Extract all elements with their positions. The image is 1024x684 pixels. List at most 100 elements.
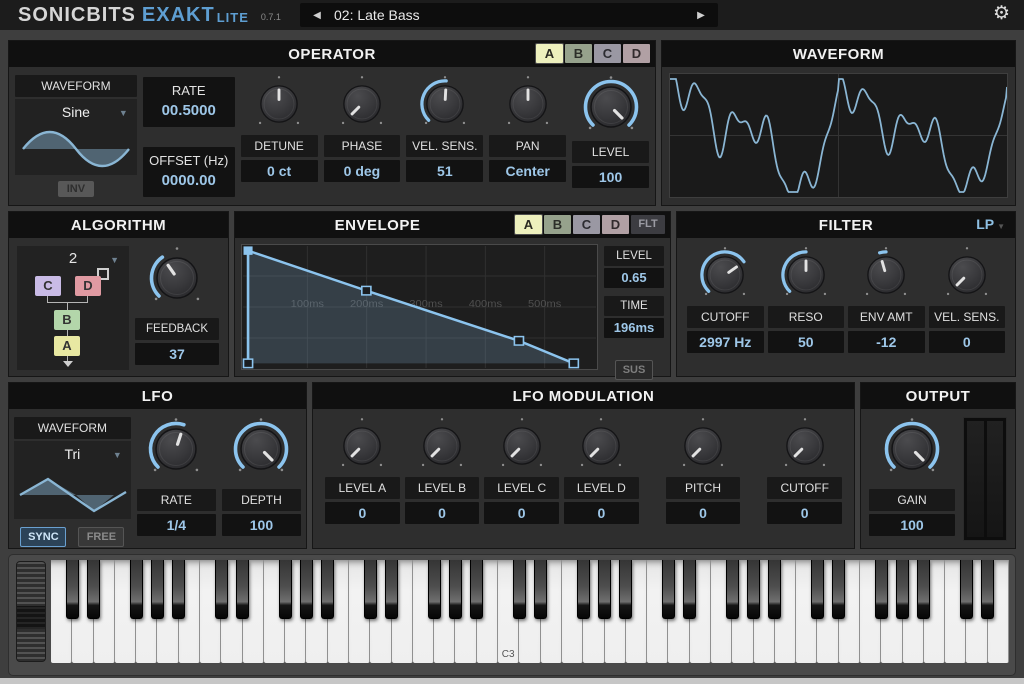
reso-value[interactable]: 50 — [768, 331, 845, 353]
operator-tab-c[interactable]: C — [594, 44, 621, 63]
sync-button[interactable]: SYNC — [20, 527, 66, 547]
env-amt-value[interactable]: -12 — [848, 331, 925, 353]
pitch-wheel[interactable] — [16, 561, 46, 662]
black-key[interactable] — [215, 560, 228, 619]
pan-knob[interactable] — [499, 75, 557, 133]
black-key[interactable] — [811, 560, 824, 619]
env-amt-knob[interactable] — [857, 246, 915, 304]
black-key[interactable] — [917, 560, 930, 619]
lfo-waveform-dropdown[interactable]: Tri ▼ — [14, 441, 131, 519]
preset-name[interactable]: 02: Late Bass — [334, 7, 684, 23]
black-key[interactable] — [577, 560, 590, 619]
lfo-depth-knob[interactable] — [229, 417, 293, 481]
lfo-rate-value[interactable]: 1/4 — [137, 514, 216, 536]
invert-button[interactable]: INV — [58, 181, 94, 197]
black-key[interactable] — [300, 560, 313, 619]
black-key[interactable] — [662, 560, 675, 619]
envelope-tab-d[interactable]: D — [602, 215, 629, 234]
black-key[interactable] — [513, 560, 526, 619]
envelope-tab-a[interactable]: A — [515, 215, 542, 234]
detune-knob[interactable] — [250, 75, 308, 133]
flt-vel-sens-value[interactable]: 0 — [929, 331, 1006, 353]
offset-field[interactable]: OFFSET (Hz) 0000.00 — [143, 147, 235, 197]
black-key[interactable] — [768, 560, 781, 619]
flt-vel-sens-knob[interactable] — [938, 246, 996, 304]
feedback-knob[interactable] — [145, 246, 209, 310]
detune-value[interactable]: 0 ct — [241, 160, 318, 182]
mod-level-d-knob[interactable] — [572, 417, 630, 475]
reso-knob[interactable] — [777, 246, 835, 304]
envelope-node[interactable] — [244, 359, 253, 367]
mod-pitch-knob[interactable] — [674, 417, 732, 475]
operator-tab-d[interactable]: D — [623, 44, 650, 63]
mod-level-a-value[interactable]: 0 — [325, 502, 400, 524]
operator-waveform-dropdown[interactable]: Sine ▼ — [15, 99, 137, 175]
phase-knob[interactable] — [333, 75, 391, 133]
envelope-node[interactable] — [362, 286, 371, 294]
mod-level-b-knob[interactable] — [413, 417, 471, 475]
black-key[interactable] — [172, 560, 185, 619]
operator-tab-a[interactable]: A — [536, 44, 563, 63]
black-key[interactable] — [449, 560, 462, 619]
black-key[interactable] — [726, 560, 739, 619]
envelope-tab-b[interactable]: B — [544, 215, 571, 234]
black-key[interactable] — [832, 560, 845, 619]
mod-pitch-value[interactable]: 0 — [666, 502, 741, 524]
sustain-button[interactable]: SUS — [615, 360, 653, 380]
black-key[interactable] — [428, 560, 441, 619]
black-key[interactable] — [364, 560, 377, 619]
mod-level-d-value[interactable]: 0 — [564, 502, 639, 524]
pan-value[interactable]: Center — [489, 160, 566, 182]
envelope-node[interactable] — [514, 337, 523, 345]
black-key[interactable] — [960, 560, 973, 619]
mod-level-a-knob[interactable] — [333, 417, 391, 475]
black-key[interactable] — [385, 560, 398, 619]
black-key[interactable] — [321, 560, 334, 619]
preset-next-icon[interactable]: ▶ — [684, 10, 718, 21]
black-key[interactable] — [598, 560, 611, 619]
black-key[interactable] — [87, 560, 100, 619]
mod-cutoff-value[interactable]: 0 — [767, 502, 842, 524]
mod-level-c-value[interactable]: 0 — [484, 502, 559, 524]
envelope-editor[interactable]: 100ms200ms300ms400ms500ms — [241, 244, 598, 370]
op-vel-sens-knob[interactable] — [416, 75, 474, 133]
mod-level-b-value[interactable]: 0 — [405, 502, 480, 524]
level-value[interactable]: 100 — [572, 166, 649, 188]
rate-value[interactable]: 00.5000 — [143, 101, 235, 121]
envelope-node[interactable] — [569, 359, 578, 367]
mod-level-c-knob[interactable] — [493, 417, 551, 475]
black-key[interactable] — [236, 560, 249, 619]
env-level-value[interactable]: 0.65 — [604, 268, 664, 288]
black-key[interactable] — [896, 560, 909, 619]
preset-prev-icon[interactable]: ◀ — [300, 10, 334, 21]
black-key[interactable] — [875, 560, 888, 619]
rate-field[interactable]: RATE 00.5000 — [143, 77, 235, 127]
envelope-node[interactable] — [244, 246, 253, 254]
envelope-tab-flt[interactable]: FLT — [631, 215, 665, 234]
feedback-value[interactable]: 37 — [135, 343, 219, 365]
operator-tab-b[interactable]: B — [565, 44, 592, 63]
level-knob[interactable] — [579, 75, 643, 139]
gain-knob[interactable] — [880, 417, 944, 481]
cutoff-value[interactable]: 2997 Hz — [687, 331, 764, 353]
black-key[interactable] — [619, 560, 632, 619]
phase-value[interactable]: 0 deg — [324, 160, 401, 182]
black-key[interactable] — [683, 560, 696, 619]
cutoff-knob[interactable] — [696, 246, 754, 304]
free-button[interactable]: FREE — [78, 527, 124, 547]
gain-value[interactable]: 100 — [869, 514, 955, 536]
black-key[interactable] — [151, 560, 164, 619]
lfo-depth-value[interactable]: 100 — [222, 514, 301, 536]
env-time-value[interactable]: 196ms — [604, 318, 664, 338]
algorithm-diagram[interactable]: 2 ▼ C D B A — [17, 246, 129, 370]
offset-value[interactable]: 0000.00 — [143, 171, 235, 191]
piano-keyboard[interactable]: C3 — [51, 560, 1009, 663]
filter-type-dropdown[interactable]: LP▼ — [976, 216, 1005, 232]
black-key[interactable] — [747, 560, 760, 619]
envelope-tab-c[interactable]: C — [573, 215, 600, 234]
lfo-rate-knob[interactable] — [144, 417, 208, 481]
mod-cutoff-knob[interactable] — [776, 417, 834, 475]
op-vel-sens-value[interactable]: 51 — [406, 160, 483, 182]
black-key[interactable] — [130, 560, 143, 619]
black-key[interactable] — [981, 560, 994, 619]
